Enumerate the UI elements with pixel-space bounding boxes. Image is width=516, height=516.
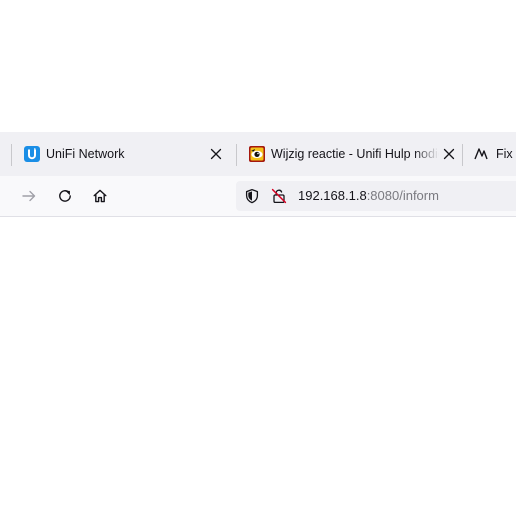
- tab-unifi-network[interactable]: UniFi Network: [12, 132, 236, 176]
- url-text[interactable]: 192.168.1.8:8080/inform: [298, 181, 439, 211]
- insecure-lock-icon[interactable]: [271, 188, 287, 204]
- unifi-logo-icon: [24, 146, 40, 162]
- tab-strip: UniFi Network Wijzig reactie - Unifi Hul…: [0, 132, 516, 176]
- tab-wijzig-reactie[interactable]: Wijzig reactie - Unifi Hulp nodig: [236, 132, 462, 176]
- tab-title: Fix U: [496, 147, 516, 161]
- tab-title: Wijzig reactie - Unifi Hulp nodig: [271, 147, 439, 161]
- shield-icon[interactable]: [244, 188, 260, 204]
- close-icon[interactable]: [441, 146, 457, 162]
- tab-title: UniFi Network: [46, 147, 125, 161]
- home-icon[interactable]: [88, 184, 112, 208]
- navigation-toolbar: 192.168.1.8:8080/inform: [0, 176, 516, 217]
- browser-window: UniFi Network Wijzig reactie - Unifi Hul…: [0, 0, 516, 516]
- wave-logo-icon: [474, 146, 490, 162]
- address-bar[interactable]: 192.168.1.8:8080/inform: [236, 181, 516, 211]
- reload-icon[interactable]: [53, 184, 77, 208]
- arrow-right-icon[interactable]: [17, 184, 41, 208]
- close-icon[interactable]: [208, 146, 224, 162]
- url-path: :8080/inform: [366, 188, 439, 203]
- tab-fix[interactable]: Fix U: [462, 132, 516, 176]
- url-host: 192.168.1.8: [298, 188, 367, 203]
- eye-logo-icon: [249, 146, 265, 162]
